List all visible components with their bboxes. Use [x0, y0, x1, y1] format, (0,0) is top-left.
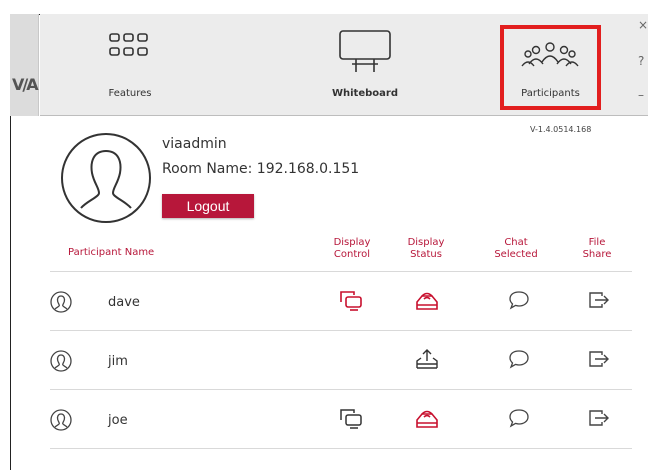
display-status-upload-icon[interactable]	[414, 346, 440, 372]
chat-icon[interactable]	[506, 287, 532, 313]
file-share-icon[interactable]	[586, 405, 612, 431]
participant-name: joe	[108, 413, 128, 428]
participants-button[interactable]: Participants	[500, 25, 601, 110]
username: viaadmin	[162, 136, 227, 152]
grid-icon	[109, 33, 148, 56]
header-participant-name: Participant Name	[68, 247, 155, 258]
header-file-share: File Share	[574, 237, 620, 261]
whiteboard-button[interactable]: Whiteboard	[310, 14, 420, 116]
brand-logo: V/A	[12, 75, 39, 94]
file-share-icon[interactable]	[586, 287, 612, 313]
whiteboard-label: Whiteboard	[331, 88, 398, 99]
header-file-line1: File	[588, 237, 606, 248]
participants-icon	[521, 42, 579, 67]
whiteboard-icon	[339, 30, 391, 72]
toolbar: Features Whiteboard Participants	[40, 14, 648, 116]
participant-row: jim	[50, 332, 632, 390]
features-button[interactable]: Features	[80, 14, 180, 116]
room-name: Room Name: 192.168.0.151	[162, 161, 360, 177]
participant-row: dave	[50, 273, 632, 331]
header-display-control-line2: Control	[333, 249, 371, 260]
header-file-line2: Share	[582, 249, 612, 260]
participants-label: Participants	[521, 88, 580, 99]
participant-avatar-icon	[50, 291, 72, 313]
close-button[interactable]: ×	[638, 18, 648, 32]
chat-icon[interactable]	[506, 346, 532, 372]
profile-avatar-icon	[61, 133, 151, 223]
window-controls: × ? –	[636, 14, 648, 114]
version-label: V-1.4.0514.168	[530, 125, 592, 134]
help-button[interactable]: ?	[638, 54, 644, 68]
header-chat-selected: Chat Selected	[486, 237, 546, 261]
display-status-presenting-icon[interactable]	[414, 287, 440, 313]
header-chat-line1: Chat	[504, 237, 528, 248]
participant-row: joe	[50, 391, 632, 449]
display-control-inactive-icon[interactable]	[338, 405, 364, 431]
display-status-presenting-icon[interactable]	[414, 405, 440, 431]
file-share-icon[interactable]	[586, 346, 612, 372]
participant-avatar-icon	[50, 350, 72, 372]
participants-table-header: Participant Name Display Control Display…	[50, 230, 632, 272]
sidebar-strip	[10, 14, 39, 116]
features-label: Features	[108, 88, 152, 99]
header-display-control: Display Control	[322, 237, 382, 261]
header-display-control-line1: Display	[333, 237, 371, 248]
logout-button[interactable]: Logout	[162, 194, 254, 218]
header-display-status-line2: Status	[410, 249, 442, 260]
header-chat-line2: Selected	[494, 249, 538, 260]
chat-icon[interactable]	[506, 405, 532, 431]
header-display-status-line1: Display	[407, 237, 445, 248]
minimize-button[interactable]: –	[638, 88, 644, 102]
participant-name: dave	[108, 295, 140, 310]
header-display-status: Display Status	[401, 237, 451, 261]
participant-name: jim	[108, 354, 128, 369]
display-control-active-icon[interactable]	[338, 287, 364, 313]
participant-avatar-icon	[50, 409, 72, 431]
